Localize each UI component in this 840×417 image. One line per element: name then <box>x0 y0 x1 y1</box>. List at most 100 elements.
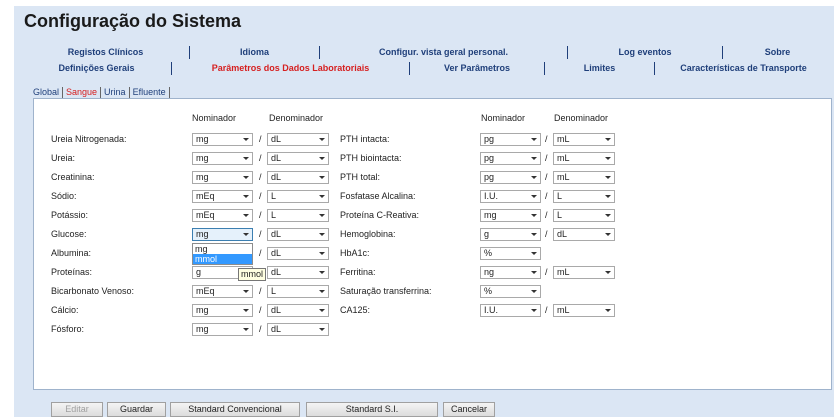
select-nominador-pot-ssio[interactable]: mEq <box>192 209 253 222</box>
subtab-efluente[interactable]: Efluente <box>130 86 170 98</box>
select-denominador-c-lcio-value: dL <box>271 305 282 315</box>
chevron-down-icon <box>531 271 537 274</box>
label-albumina: Albumina: <box>51 248 92 258</box>
select-nominador-bicarbonato-venoso[interactable]: mEq <box>192 285 253 298</box>
separator-slash: / <box>259 191 262 201</box>
tab-idioma[interactable]: Idioma <box>190 46 320 59</box>
tab-ver-parametros[interactable]: Ver Parâmetros <box>410 62 545 75</box>
select-denominador-ureia-nitrogenada[interactable]: dL <box>267 133 329 146</box>
dropdown-option-mmol[interactable]: mmol <box>193 254 252 264</box>
select-nominador-ca125-value: I.U. <box>484 305 499 315</box>
chevron-down-icon <box>243 157 249 160</box>
select-nominador-pth-intacta[interactable]: pg <box>480 133 541 146</box>
select-denominador-glucose[interactable]: dL <box>267 228 329 241</box>
select-nominador-c-lcio[interactable]: mg <box>192 304 253 317</box>
select-denominador-albumina[interactable]: dL <box>267 247 329 260</box>
separator-slash: / <box>259 305 262 315</box>
chevron-down-icon <box>605 176 611 179</box>
select-denominador-s-dio[interactable]: L <box>267 190 329 203</box>
separator-slash: / <box>545 305 548 315</box>
subtab-global[interactable]: Global <box>30 86 64 98</box>
tab-limites[interactable]: Limites <box>545 62 655 75</box>
select-nominador-pot-ssio-value: mEq <box>196 210 215 220</box>
select-denominador-pth-biointacta[interactable]: mL <box>553 152 615 165</box>
select-nominador-ureia-nitrogenada[interactable]: mg <box>192 133 253 146</box>
separator-slash: / <box>545 210 548 220</box>
select-denominador-hemoglobina-value: dL <box>557 229 568 239</box>
chevron-down-icon <box>605 138 611 141</box>
tab-definicoes-gerais[interactable]: Definições Gerais <box>22 62 172 75</box>
subtab-sangue[interactable]: Sangue <box>63 86 102 98</box>
tab-registos-clinicos[interactable]: Registos Clínicos <box>22 46 190 59</box>
label-hba1c: HbA1c: <box>340 248 370 258</box>
label-prote-na-c-reativa: Proteína C-Reativa: <box>340 210 420 220</box>
select-denominador-f-sforo[interactable]: dL <box>267 323 329 336</box>
chevron-down-icon <box>319 271 325 274</box>
select-denominador-prote-na-c-reativa-value: L <box>557 210 563 220</box>
tab-parametros-laboratoriais[interactable]: Parâmetros dos Dados Laboratoriais <box>172 62 410 75</box>
tab-caracteristicas-transporte[interactable]: Características de Transporte <box>655 62 832 75</box>
tab-row-top: Registos Clínicos Idioma Configur. vista… <box>22 46 832 59</box>
cancelar-button[interactable]: Cancelar <box>443 402 495 417</box>
chevron-down-icon <box>319 214 325 217</box>
chevron-down-icon <box>605 195 611 198</box>
select-nominador-f-sforo[interactable]: mg <box>192 323 253 336</box>
dropdown-option-mg[interactable]: mg <box>193 244 252 254</box>
select-nominador-ureia[interactable]: mg <box>192 152 253 165</box>
chevron-down-icon <box>319 290 325 293</box>
standard-si-button[interactable]: Standard S.I. <box>306 402 438 417</box>
header-denominador-right: Denominador <box>554 113 609 123</box>
select-nominador-prote-na-c-reativa[interactable]: mg <box>480 209 541 222</box>
select-denominador-creatinina[interactable]: dL <box>267 171 329 184</box>
select-denominador-hemoglobina[interactable]: dL <box>553 228 615 241</box>
select-nominador-ferritina[interactable]: ng <box>480 266 541 279</box>
editar-button[interactable]: Editar <box>51 402 103 417</box>
label-satura-o-transferrina: Saturação transferrina: <box>340 286 432 296</box>
chevron-down-icon <box>319 138 325 141</box>
select-nominador-prote-nas-value: g <box>196 267 202 277</box>
select-nominador-ureia-nitrogenada-value: mg <box>196 134 209 144</box>
chevron-down-icon <box>531 290 537 293</box>
chevron-down-icon <box>605 157 611 160</box>
chevron-down-icon <box>531 214 537 217</box>
select-denominador-pot-ssio[interactable]: L <box>267 209 329 222</box>
select-nominador-fosfatase-alcalina[interactable]: I.U. <box>480 190 541 203</box>
chevron-down-icon <box>319 309 325 312</box>
guardar-button[interactable]: Guardar <box>107 402 166 417</box>
select-nominador-glucose[interactable]: mg <box>192 228 253 241</box>
chevron-down-icon <box>319 252 325 255</box>
select-nominador-s-dio[interactable]: mEq <box>192 190 253 203</box>
tab-configur-vista-geral[interactable]: Configur. vista geral personal. <box>320 46 568 59</box>
select-denominador-ferritina[interactable]: mL <box>553 266 615 279</box>
chevron-down-icon <box>531 195 537 198</box>
select-denominador-ureia-value: dL <box>271 153 282 163</box>
select-denominador-glucose-value: dL <box>271 229 282 239</box>
tab-log-eventos[interactable]: Log eventos <box>568 46 723 59</box>
select-nominador-satura-o-transferrina[interactable]: % <box>480 285 541 298</box>
select-denominador-c-lcio[interactable]: dL <box>267 304 329 317</box>
subtab-urina[interactable]: Urina <box>101 86 130 98</box>
chevron-down-icon <box>531 252 537 255</box>
chevron-down-icon <box>531 157 537 160</box>
select-nominador-satura-o-transferrina-value: % <box>484 286 493 296</box>
select-denominador-prote-na-c-reativa[interactable]: L <box>553 209 615 222</box>
tab-sobre[interactable]: Sobre <box>723 46 832 59</box>
select-nominador-hemoglobina[interactable]: g <box>480 228 541 241</box>
select-denominador-pth-intacta[interactable]: mL <box>553 133 615 146</box>
select-denominador-fosfatase-alcalina[interactable]: L <box>553 190 615 203</box>
select-denominador-bicarbonato-venoso[interactable]: L <box>267 285 329 298</box>
select-denominador-ureia[interactable]: dL <box>267 152 329 165</box>
select-nominador-creatinina[interactable]: mg <box>192 171 253 184</box>
select-nominador-ca125[interactable]: I.U. <box>480 304 541 317</box>
glucose-unit-dropdown-list: mg mmol <box>192 243 253 265</box>
standard-convencional-button[interactable]: Standard Convencional <box>170 402 300 417</box>
select-nominador-hba1c[interactable]: % <box>480 247 541 260</box>
separator-slash: / <box>545 229 548 239</box>
select-nominador-pth-biointacta[interactable]: pg <box>480 152 541 165</box>
select-denominador-ca125[interactable]: mL <box>553 304 615 317</box>
select-denominador-prote-nas[interactable]: dL <box>267 266 329 279</box>
select-denominador-pth-total[interactable]: mL <box>553 171 615 184</box>
chevron-down-icon <box>319 176 325 179</box>
select-nominador-pth-total[interactable]: pg <box>480 171 541 184</box>
header-nominador-left: Nominador <box>192 113 237 123</box>
